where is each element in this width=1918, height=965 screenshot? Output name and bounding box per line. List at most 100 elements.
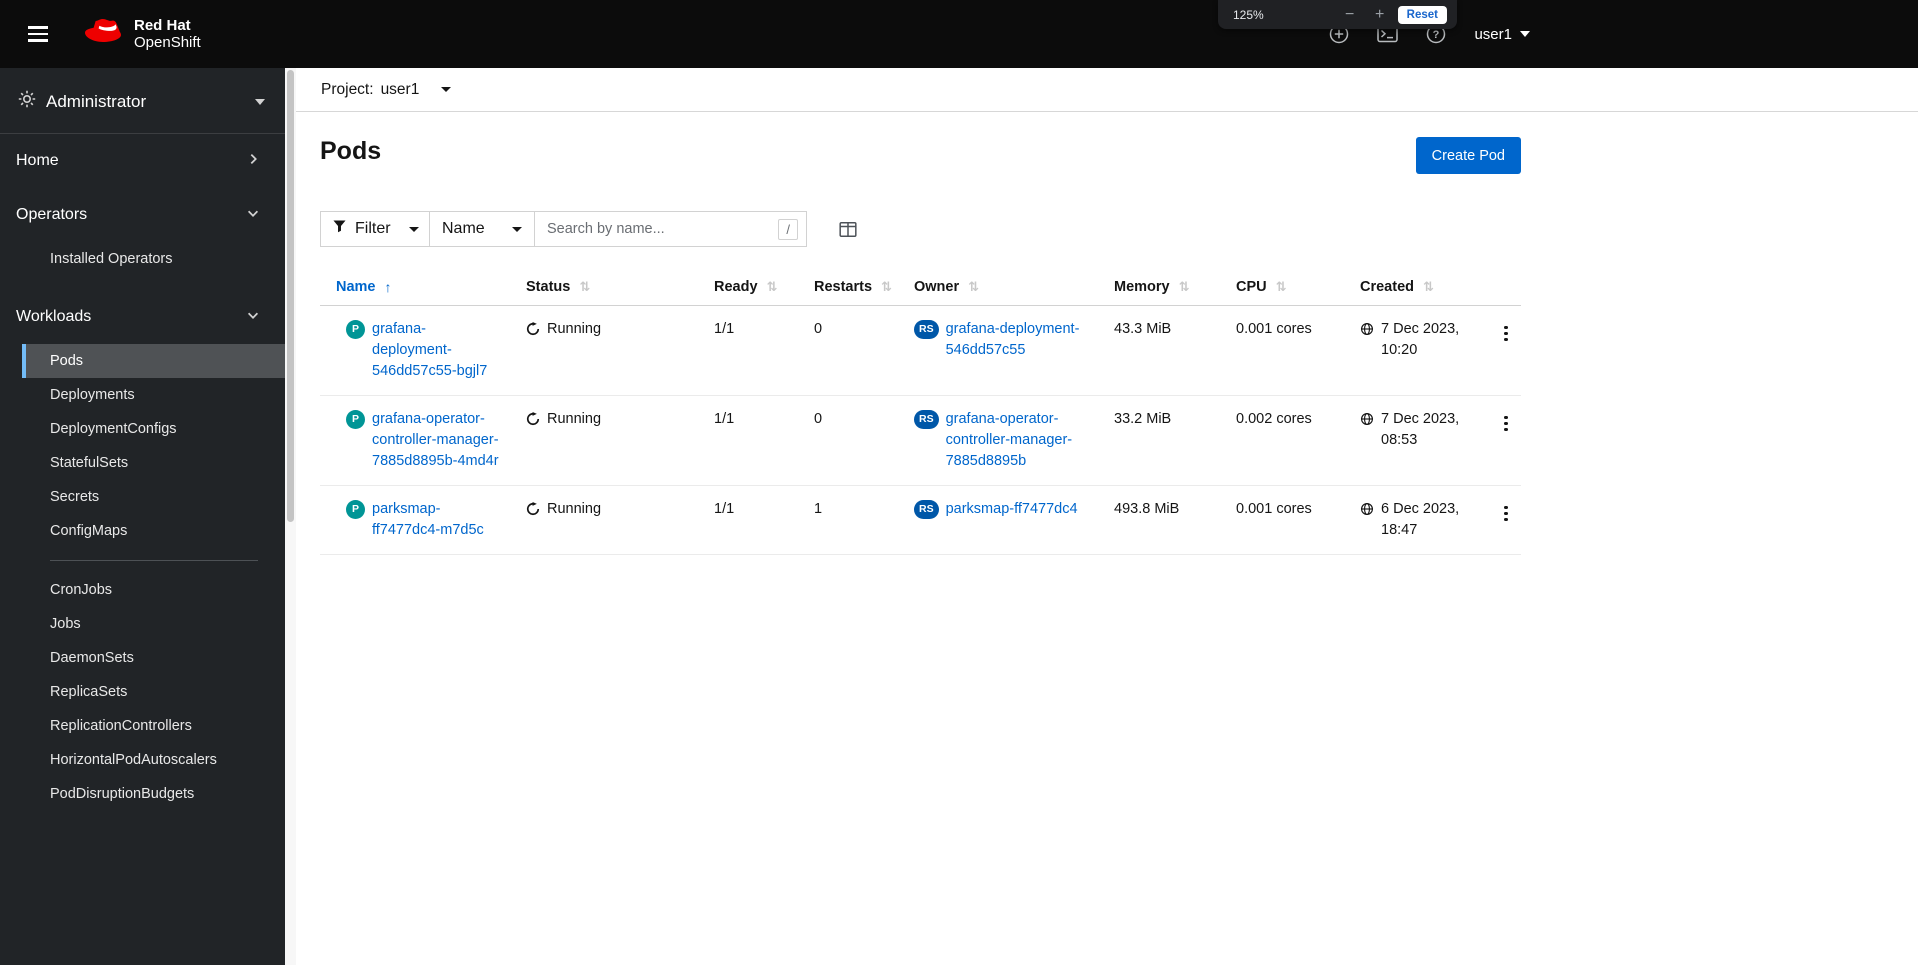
- kebab-menu-icon[interactable]: [1494, 319, 1518, 348]
- owner-cell: RS parksmap-ff7477dc4: [898, 486, 1098, 554]
- search-input[interactable]: [535, 221, 779, 237]
- sidebar-subitem[interactable]: Deployments: [22, 378, 285, 412]
- name-cell: P grafana-operator-controller-manager-78…: [320, 396, 510, 485]
- sidebar-subitem[interactable]: PodDisruptionBudgets: [22, 777, 285, 811]
- sidebar-subitem[interactable]: DeploymentConfigs: [22, 412, 285, 446]
- create-pod-button[interactable]: Create Pod: [1415, 137, 1521, 174]
- pod-badge: P: [346, 320, 365, 339]
- replicaset-badge: RS: [914, 320, 939, 339]
- brand-line2: OpenShift: [134, 34, 201, 51]
- sidebar-subitem[interactable]: CronJobs: [22, 573, 285, 607]
- sidebar-subitem[interactable]: ConfigMaps: [22, 514, 285, 548]
- chevron-down-icon: [247, 206, 259, 224]
- zoom-in-button[interactable]: +: [1368, 6, 1392, 23]
- operators-subnav: Installed Operators: [0, 242, 285, 290]
- sidebar-subitem[interactable]: DaemonSets: [22, 641, 285, 675]
- column-header[interactable]: Memory ⇅: [1098, 269, 1220, 305]
- project-selector[interactable]: Project: user1: [321, 80, 452, 99]
- svg-text:?: ?: [1433, 29, 1440, 41]
- gear-icon: [18, 90, 36, 113]
- owner-cell: RS grafana-deployment-546dd57c55: [898, 306, 1098, 395]
- pod-name-link[interactable]: parksmap-ff7477dc4-m7d5c: [372, 499, 502, 541]
- memory-cell: 43.3 MiB: [1114, 321, 1172, 337]
- sidebar-item-workloads[interactable]: Workloads: [0, 290, 285, 344]
- sidebar-subitem[interactable]: Pods: [22, 344, 285, 378]
- chevron-down-icon: [1520, 31, 1530, 37]
- table-body: P grafana-deployment-546dd57c55-bgjl7 Ru…: [320, 306, 1521, 555]
- sort-icon[interactable]: ↑: [385, 279, 392, 295]
- sidebar-scrollbar-thumb[interactable]: [287, 70, 294, 522]
- sort-icon[interactable]: ⇅: [1423, 279, 1434, 295]
- sort-icon[interactable]: ⇅: [767, 279, 778, 295]
- owner-link[interactable]: grafana-deployment-546dd57c55: [946, 319, 1090, 361]
- sort-icon[interactable]: ⇅: [579, 279, 590, 295]
- sort-icon[interactable]: ⇅: [968, 279, 979, 295]
- project-label: Project:: [321, 80, 374, 98]
- chevron-right-icon: [248, 152, 259, 170]
- restarts-cell: 0: [814, 321, 823, 337]
- actions-cell: [1478, 486, 1532, 554]
- sidebar-subitem[interactable]: Installed Operators: [22, 242, 285, 276]
- sidebar-nav: Administrator Home Operators Installed O…: [0, 68, 285, 965]
- perspective-label: Administrator: [46, 91, 147, 111]
- page-header: Pods Create Pod: [320, 137, 1521, 174]
- column-header[interactable]: Created ⇅: [1344, 269, 1478, 305]
- sidebar-subitem[interactable]: StatefulSets: [22, 446, 285, 480]
- status-cell: Running: [510, 396, 698, 485]
- hamburger-menu-icon[interactable]: [28, 22, 52, 46]
- zoom-out-button[interactable]: −: [1338, 6, 1362, 23]
- sidebar-subitem[interactable]: ReplicationControllers: [22, 709, 285, 743]
- owner-cell: RS grafana-operator-controller-manager-7…: [898, 396, 1098, 485]
- sidebar-subitem[interactable]: ReplicaSets: [22, 675, 285, 709]
- sidebar-item-home[interactable]: Home: [0, 134, 285, 188]
- created-cell: 6 Dec 2023, 18:47: [1344, 486, 1478, 554]
- search-attribute-dropdown[interactable]: Name: [430, 211, 535, 247]
- sync-running-icon: [526, 412, 540, 433]
- chevron-down-icon: [441, 87, 452, 92]
- status-cell: Running: [510, 486, 698, 554]
- kebab-menu-icon[interactable]: [1494, 409, 1518, 438]
- column-header-actions: [1478, 269, 1521, 305]
- table-header-row: Name ↑ Status ⇅ Ready ⇅ Restarts ⇅ Owner…: [320, 269, 1521, 306]
- sort-icon[interactable]: ⇅: [1179, 279, 1190, 295]
- kebab-menu-icon[interactable]: [1494, 499, 1518, 528]
- pod-name-link[interactable]: grafana-operator-controller-manager-7885…: [372, 409, 502, 472]
- sidebar-scrollbar[interactable]: [285, 68, 296, 965]
- pod-name-link[interactable]: grafana-deployment-546dd57c55-bgjl7: [372, 319, 502, 382]
- sidebar-subitem[interactable]: HorizontalPodAutoscalers: [22, 743, 285, 777]
- chevron-down-icon: [247, 308, 259, 326]
- sidebar-subitem[interactable]: Secrets: [22, 480, 285, 514]
- actions-cell: [1478, 306, 1532, 395]
- sort-icon[interactable]: ⇅: [881, 279, 892, 295]
- main-content: Project: user1 Pods Create Pod Filter Na…: [296, 68, 1918, 965]
- column-header[interactable]: Status ⇅: [510, 269, 698, 305]
- user-name: user1: [1474, 25, 1512, 43]
- sidebar-group-divider: [50, 560, 258, 561]
- attribute-label: Name: [442, 220, 485, 237]
- column-header[interactable]: Restarts ⇅: [798, 269, 898, 305]
- created-cell: 7 Dec 2023, 10:20: [1344, 306, 1478, 395]
- owner-link[interactable]: grafana-operator-controller-manager-7885…: [946, 409, 1090, 472]
- filter-dropdown[interactable]: Filter: [320, 211, 430, 247]
- name-cell: P grafana-deployment-546dd57c55-bgjl7: [320, 306, 510, 395]
- project-bar: Project: user1: [296, 68, 1918, 112]
- owner-link[interactable]: parksmap-ff7477dc4: [946, 499, 1078, 520]
- brand-line1: Red Hat: [134, 17, 191, 34]
- column-header[interactable]: Ready ⇅: [698, 269, 798, 305]
- column-header[interactable]: Name ↑: [320, 269, 510, 305]
- perspective-switcher[interactable]: Administrator: [0, 68, 285, 134]
- name-cell: P parksmap-ff7477dc4-m7d5c: [320, 486, 510, 554]
- sidebar-subitem[interactable]: Jobs: [22, 607, 285, 641]
- sort-icon[interactable]: ⇅: [1276, 279, 1287, 295]
- redhat-hat-icon: [82, 17, 124, 52]
- user-menu[interactable]: user1: [1474, 26, 1530, 43]
- sidebar-item-operators[interactable]: Operators: [0, 188, 285, 242]
- column-header[interactable]: Owner ⇅: [898, 269, 1098, 305]
- cpu-cell: 0.001 cores: [1236, 321, 1312, 337]
- column-header[interactable]: CPU ⇅: [1220, 269, 1344, 305]
- cpu-cell: 0.001 cores: [1236, 501, 1312, 517]
- globe-icon: [1360, 412, 1374, 433]
- manage-columns-icon[interactable]: [835, 218, 861, 241]
- created-cell: 7 Dec 2023, 08:53: [1344, 396, 1478, 485]
- zoom-reset-button[interactable]: Reset: [1397, 5, 1447, 24]
